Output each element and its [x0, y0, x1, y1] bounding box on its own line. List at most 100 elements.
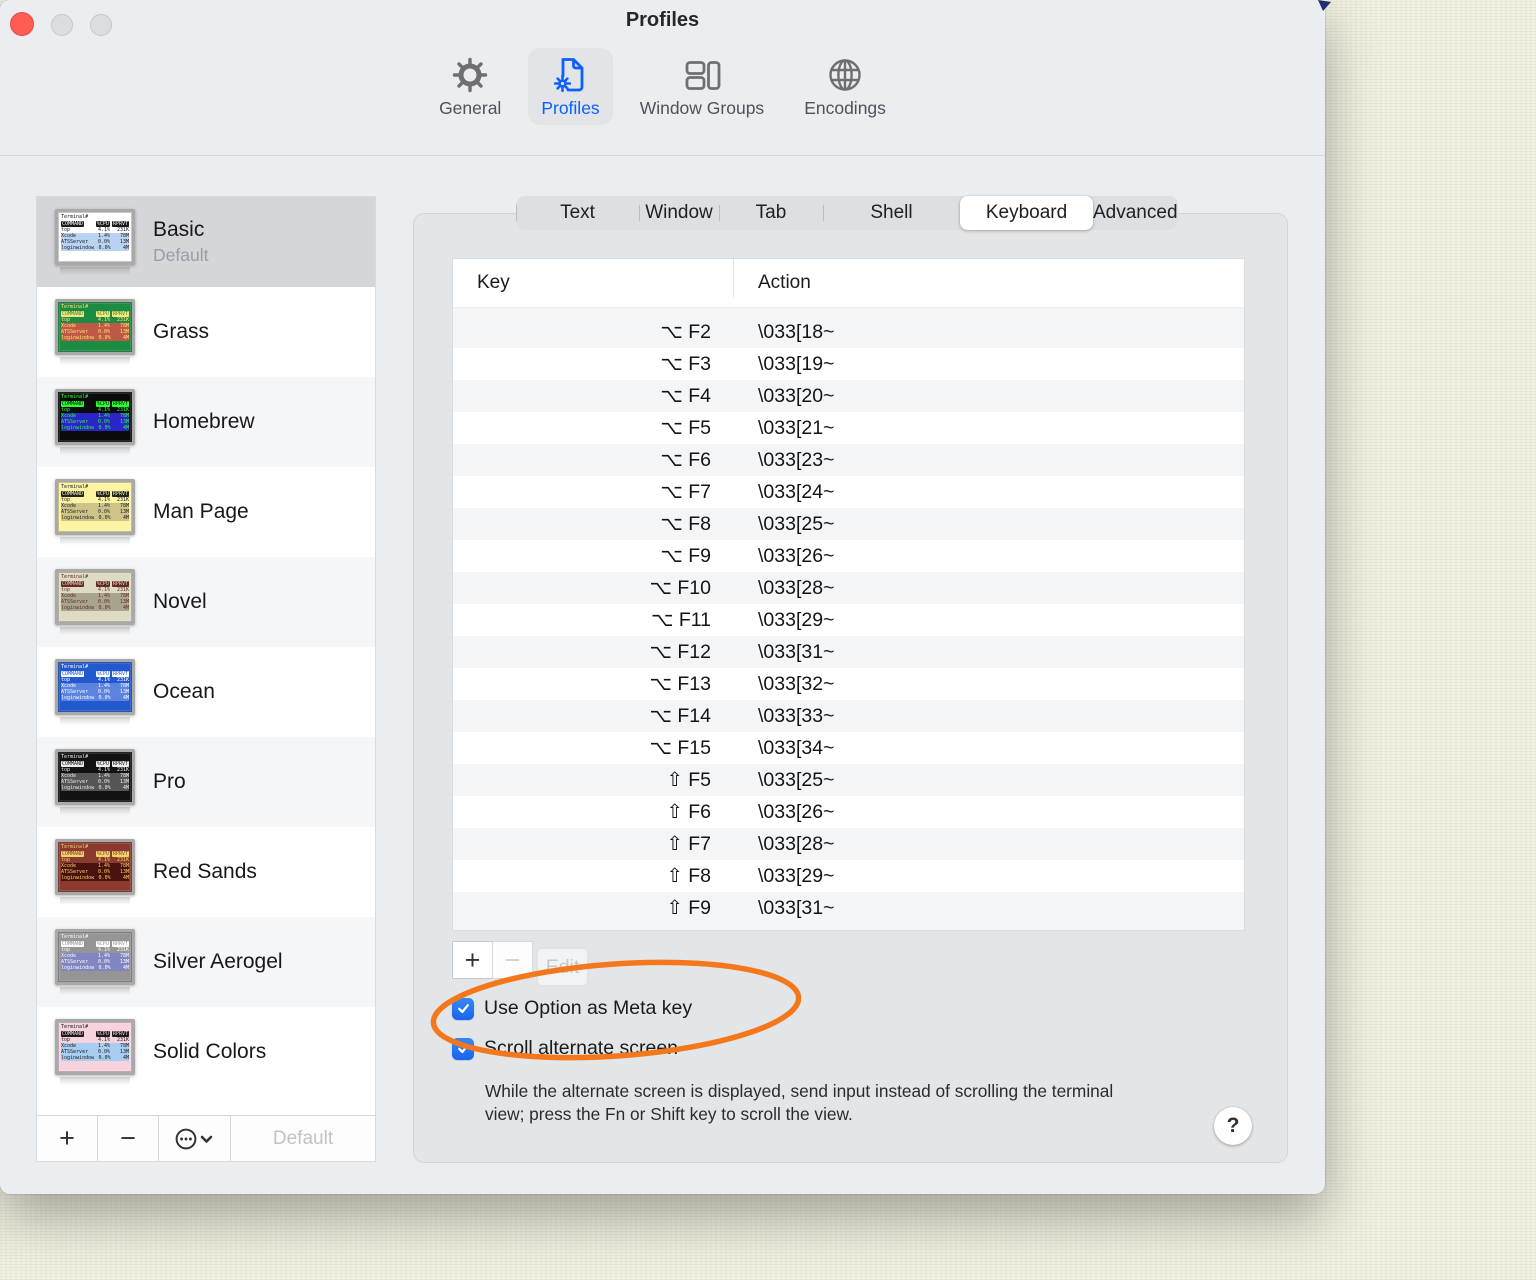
- profile-name: Solid Colors: [153, 1040, 267, 1063]
- checkbox-checked: [452, 1037, 474, 1060]
- action-cell: \033[31~: [758, 640, 835, 663]
- set-default-button[interactable]: Default: [231, 1116, 375, 1161]
- table-row[interactable]: ⌥ F13 \033[32~: [453, 668, 1244, 700]
- profile-list-item[interactable]: Terminal# COMMAND %CPU RPRVT top 4.1% 231K Xcod…: [37, 917, 375, 1007]
- action-cell: \033[26~: [758, 800, 835, 823]
- key-cell: ⌥ F14: [649, 705, 712, 727]
- action-cell: \033[23~: [758, 448, 835, 471]
- table-row[interactable]: ⇧ F7 \033[28~: [453, 828, 1244, 860]
- table-row[interactable]: ⌥ F9 \033[26~: [453, 540, 1244, 572]
- table-row[interactable]: ⌥ F3 \033[19~: [453, 348, 1244, 380]
- profile-list-item[interactable]: Terminal# COMMAND %CPU RPRVT top 4.1% 231K Xcod…: [37, 1007, 375, 1097]
- table-row[interactable]: ⌥ F11 \033[29~: [453, 604, 1244, 636]
- thumbnail-reflection: [60, 807, 130, 815]
- table-header: Key Action: [453, 259, 1244, 308]
- action-cell: \033[28~: [758, 832, 835, 855]
- table-row[interactable]: ⌥ F10 \033[28~: [453, 572, 1244, 604]
- profile-thumbnail: Terminal# COMMAND %CPU RPRVT top 4.1% 231K Xcod…: [51, 1019, 139, 1085]
- action-cell: \033[26~: [758, 544, 835, 567]
- key-cell: ⌥ F11: [650, 609, 711, 631]
- action-cell: \033[34~: [758, 736, 835, 759]
- profile-name: Man Page: [153, 500, 249, 523]
- profile-list-item[interactable]: Terminal# COMMAND %CPU RPRVT top 4.1% 231K Xcod…: [37, 287, 375, 377]
- key-cell: ⌥ F4: [660, 385, 711, 407]
- key-cell: ⌥ F13: [649, 673, 712, 695]
- key-cell: ⇧ F5: [666, 769, 711, 791]
- profile-list-item[interactable]: Terminal# COMMAND %CPU RPRVT top 4.1% 231K Xcod…: [37, 557, 375, 647]
- key-cell: ⇧ F9: [666, 897, 711, 919]
- profile-thumbnail: Terminal# COMMAND %CPU RPRVT top 4.1% 231K Xcod…: [51, 839, 139, 905]
- key-cell: ⌥ F5: [660, 417, 711, 439]
- table-row[interactable]: ⇧ F5 \033[25~: [453, 764, 1244, 796]
- action-cell: \033[24~: [758, 480, 835, 503]
- profile-thumbnail: Terminal# COMMAND %CPU RPRVT top 4.1% 231K Xcod…: [51, 929, 139, 995]
- table-row[interactable]: ⌥ F2 \033[18~: [453, 316, 1244, 348]
- profile-list-item[interactable]: Terminal# COMMAND %CPU RPRVT top 4.1% 231K Xcod…: [37, 197, 375, 287]
- toolbar-label: Window Groups: [639, 98, 765, 118]
- action-cell: \033[25~: [758, 768, 835, 791]
- action-cell: \033[31~: [758, 896, 835, 919]
- scroll-alternate-screen-checkbox-row[interactable]: Scroll alternate screen: [452, 1037, 678, 1060]
- action-cell: \033[29~: [758, 608, 835, 631]
- checkbox-label: Use Option as Meta key: [484, 997, 693, 1019]
- profile-list-item[interactable]: Terminal# COMMAND %CPU RPRVT top 4.1% 231K Xcod…: [37, 737, 375, 827]
- profile-document-icon: [552, 55, 590, 95]
- profile-list-item[interactable]: Terminal# COMMAND %CPU RPRVT top 4.1% 231K Xcod…: [37, 827, 375, 917]
- thumbnail-reflection: [60, 627, 130, 635]
- add-profile-button[interactable]: +: [37, 1116, 98, 1161]
- profile-thumbnail: Terminal# COMMAND %CPU RPRVT top 4.1% 231K Xcod…: [51, 569, 139, 635]
- profile-thumbnail: Terminal# COMMAND %CPU RPRVT top 4.1% 231K Xcod…: [51, 749, 139, 815]
- globe-icon: [826, 55, 864, 95]
- table-row[interactable]: ⌥ F8 \033[25~: [453, 508, 1244, 540]
- key-cell: ⌥ F6: [660, 449, 711, 471]
- toolbar-label: General: [439, 98, 502, 118]
- profile-name: Silver Aerogel: [153, 950, 283, 973]
- table-scroll-sliver: [453, 308, 1244, 316]
- table-row[interactable]: ⌥ F7 \033[24~: [453, 476, 1244, 508]
- table-row[interactable]: ⇧ F6 \033[26~: [453, 796, 1244, 828]
- profile-list-item[interactable]: Terminal# COMMAND %CPU RPRVT top 4.1% 231K Xcod…: [37, 647, 375, 737]
- tab-segment[interactable]: Text: [516, 196, 639, 230]
- table-row[interactable]: ⌥ F15 \033[34~: [453, 732, 1244, 764]
- profile-thumbnail: Terminal# COMMAND %CPU RPRVT top 4.1% 231K Xcod…: [51, 659, 139, 725]
- tab-segment[interactable]: Advanced: [1093, 196, 1178, 230]
- window-groups-icon: [682, 55, 722, 95]
- key-cell: ⇧ F7: [666, 833, 711, 855]
- toolbar-item-general[interactable]: General: [426, 48, 514, 125]
- profile-list-item[interactable]: Terminal# COMMAND %CPU RPRVT top 4.1% 231K Xcod…: [37, 377, 375, 467]
- table-row[interactable]: ⇧ F9 \033[31~: [453, 892, 1244, 924]
- table-row[interactable]: ⌥ F14 \033[33~: [453, 700, 1244, 732]
- table-row[interactable]: ⌥ F12 \033[31~: [453, 636, 1244, 668]
- help-button[interactable]: ?: [1214, 1107, 1252, 1145]
- table-row[interactable]: ⌥ F4 \033[20~: [453, 380, 1244, 412]
- table-row[interactable]: ⌥ F6 \033[23~: [453, 444, 1244, 476]
- checkbox-checked: [452, 997, 474, 1020]
- use-option-as-meta-key-checkbox-row[interactable]: Use Option as Meta key: [452, 997, 692, 1020]
- profile-name: Ocean: [153, 680, 215, 703]
- action-cell: \033[25~: [758, 512, 835, 535]
- toolbar-item-profiles[interactable]: Profiles: [528, 48, 613, 125]
- remove-key-mapping-button[interactable]: −: [492, 941, 533, 979]
- table-row[interactable]: ⌥ F5 \033[21~: [453, 412, 1244, 444]
- action-cell: \033[20~: [758, 384, 835, 407]
- edit-key-mapping-button[interactable]: Edit: [536, 947, 589, 987]
- key-cell: ⌥ F10: [649, 577, 712, 599]
- add-key-mapping-button[interactable]: +: [452, 941, 493, 979]
- sidebar-footer: + − Default: [37, 1115, 375, 1161]
- profile-name: Red Sands: [153, 860, 257, 883]
- toolbar-item-encodings[interactable]: Encodings: [791, 48, 899, 125]
- tab-segment[interactable]: Shell: [823, 196, 960, 230]
- thumbnail-reflection: [60, 987, 130, 995]
- table-row[interactable]: ⇧ F8 \033[29~: [453, 860, 1244, 892]
- gear-icon: [451, 55, 489, 95]
- profile-actions-menu-button[interactable]: [159, 1116, 231, 1161]
- tab-segment[interactable]: Keyboard: [960, 196, 1093, 230]
- profile-list-item[interactable]: Terminal# COMMAND %CPU RPRVT top 4.1% 231K Xcod…: [37, 467, 375, 557]
- tab-segment[interactable]: Window: [639, 196, 719, 230]
- terminal-preferences-window: Profiles General Profiles Window Groups …: [0, 0, 1325, 1194]
- profile-name: Pro: [153, 770, 186, 793]
- profile-tabs: Text Window Tab Shell Keyboard Advanced: [516, 196, 1178, 230]
- toolbar-item-window-groups[interactable]: Window Groups: [627, 48, 778, 125]
- tab-segment[interactable]: Tab: [719, 196, 823, 230]
- remove-profile-button[interactable]: −: [98, 1116, 159, 1161]
